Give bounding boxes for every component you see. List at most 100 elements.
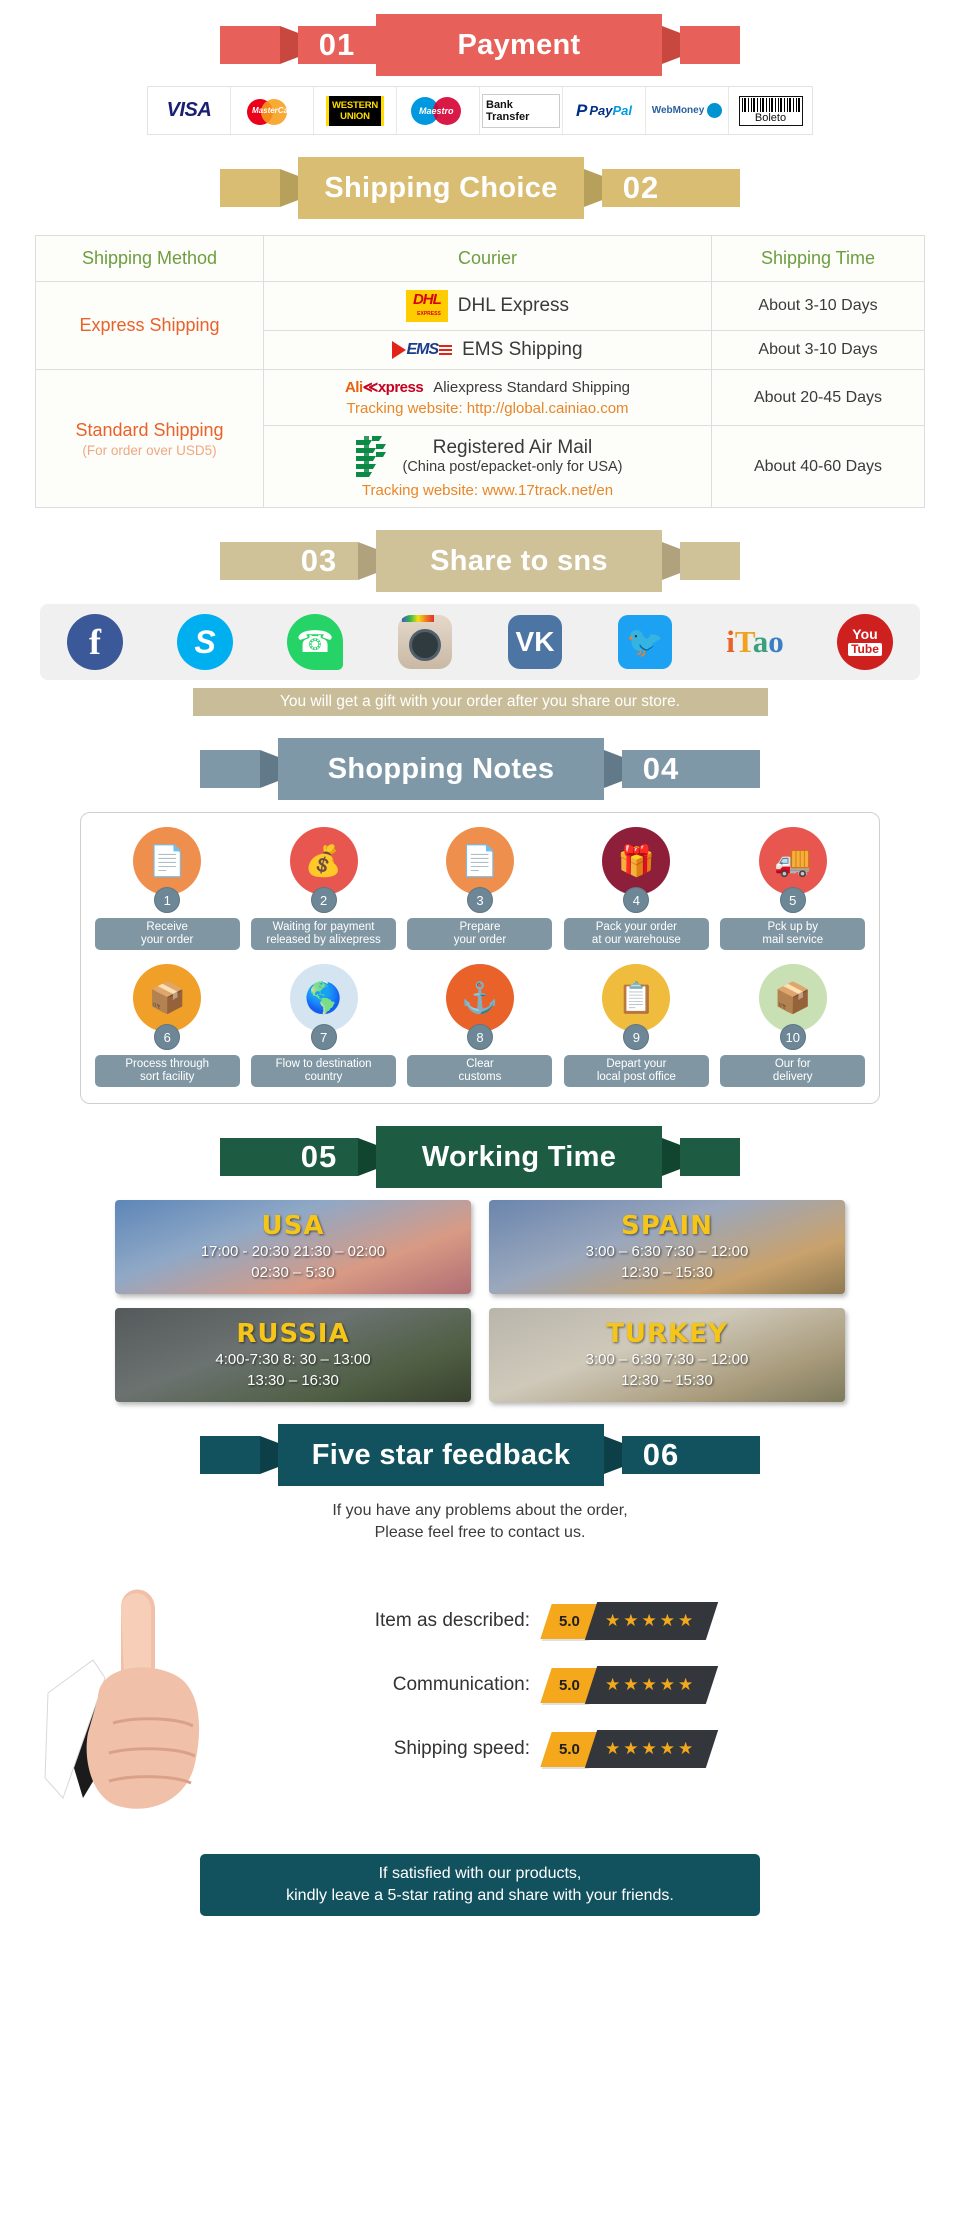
step-number: 10 (779, 1024, 806, 1050)
method-label: Express Shipping (79, 315, 220, 335)
method-label: Standard Shipping (75, 419, 224, 440)
step-number: 5 (779, 887, 806, 913)
ribbon-tail-left (200, 750, 260, 788)
ribbon-tail-left (220, 1138, 280, 1176)
step-label: Depart your local post office (563, 1055, 709, 1087)
table-row: Standard Shipping (For order over USD5) … (35, 369, 925, 508)
boleto-logo: Boleto (729, 87, 812, 134)
step-number: 6 (154, 1024, 181, 1050)
ribbon-notch-left (260, 1436, 278, 1474)
ribbon-tail-right (700, 1436, 760, 1474)
skype-icon[interactable]: S (177, 614, 233, 670)
payment-section-number: 01 (298, 26, 376, 64)
twitter-icon[interactable]: 🐦 (617, 614, 673, 670)
time-cell: About 3-10 Days (711, 281, 925, 331)
step-number: 1 (154, 887, 181, 913)
working-time-card-usa: USA 17:00 - 20:30 21:30 – 02:00 02:30 – … (115, 1200, 471, 1294)
working-time-title: Working Time (421, 1140, 617, 1173)
note-step-6: 📦 6 Process through sort facility (94, 964, 240, 1087)
rating-label: Item as described: (374, 1610, 530, 1631)
time-cell: About 3-10 Days (711, 330, 925, 370)
feedback-footer-line-2: kindly leave a 5-star rating and share w… (286, 1887, 674, 1904)
note-step-4: 🎁 4 Pack your order at our warehouse (563, 827, 709, 950)
shipping-title-area: Shipping Choice (298, 157, 584, 219)
time-cell: About 40-60 Days (711, 425, 925, 508)
note-step-3: 📄 3 Prepare your order (407, 827, 553, 950)
share-section-number: 03 (280, 542, 358, 580)
rating-row-communication: Communication: 5.0 ★★★★★ (300, 1666, 960, 1704)
step-label: Flow to destination country (251, 1055, 397, 1087)
rating-label: Shipping speed: (393, 1738, 530, 1759)
whatsapp-icon[interactable]: ☎ (287, 614, 343, 670)
payment-methods-box: VISA MasterCard WESTERN UNION Maestro Ban… (147, 86, 813, 135)
facebook-icon[interactable]: f (67, 614, 123, 670)
mastercard-logo: MasterCard (231, 87, 314, 134)
feedback-title-area: Five star feedback (278, 1424, 604, 1486)
step-number: 4 (623, 887, 650, 913)
step-label: Our for delivery (720, 1055, 866, 1087)
feedback-title: Five star feedback (311, 1438, 571, 1471)
ribbon-notch-left (358, 542, 376, 580)
step-label: Waiting for payment released by alixepres… (251, 918, 397, 950)
shopping-notes-box: 📄 1 Receive your order 💰 2 Waiting for pa… (80, 812, 880, 1104)
vk-icon[interactable]: VK (507, 614, 563, 670)
payment-methods-strip: VISA MasterCard WESTERN UNION Maestro Ban… (0, 86, 960, 135)
courier-name: Aliexpress Standard Shipping (433, 378, 631, 396)
rating-label: Communication: (392, 1674, 530, 1695)
feedback-intro-line-1: If you have any problems about the order… (332, 1502, 628, 1519)
city-name: SPAIN (621, 1211, 713, 1241)
feedback-body: Item as described: 5.0 ★★★★★ Communicati… (0, 1548, 960, 1848)
thumbs-up-icon (43, 1589, 199, 1809)
city-name: USA (261, 1211, 325, 1241)
tracking-website[interactable]: Tracking website: http://global.cainiao.… (270, 400, 705, 417)
rating-badge: 5.0 ★★★★★ (540, 1730, 719, 1768)
feedback-banner: Five star feedback 06 (200, 1424, 760, 1486)
rating-badge: 5.0 ★★★★★ (540, 1666, 719, 1704)
courier-airmail-cell: Registered Air Mail (China post/epacket-… (263, 425, 712, 508)
aliexpress-logo: Ali≪xpress (344, 379, 424, 396)
instagram-icon[interactable] (397, 614, 453, 670)
china-post-logo (356, 436, 387, 477)
product-description-page: 01 Payment VISA MasterCard WESTERN UNION … (0, 0, 960, 1936)
feedback-footer: If satisfied with our products, kindly l… (200, 1854, 760, 1916)
share-spacer (0, 508, 960, 530)
ribbon-tail-right (680, 1138, 740, 1176)
table-header-row: Shipping Method Courier Shipping Time (35, 235, 925, 282)
table-row: Express Shipping DHL EXPRESS DHL Express … (35, 281, 925, 370)
ribbon-tail-left (220, 26, 280, 64)
dhl-logo: DHL EXPRESS (405, 290, 448, 322)
ribbon-notch-right (662, 26, 680, 64)
step-number: 8 (466, 1024, 493, 1050)
courier-name: EMS Shipping (462, 339, 583, 360)
ribbon-notch-left (280, 26, 298, 64)
ribbon-notch-right (584, 169, 602, 207)
feedback-footer-line-1: If satisfied with our products, (378, 1865, 582, 1882)
ribbon-tail-right (680, 169, 740, 207)
payment-banner: 01 Payment (220, 14, 740, 76)
top-spacer (0, 0, 960, 14)
maestro-logo: Maestro (397, 87, 480, 134)
western-union-logo: WESTERN UNION (314, 87, 397, 134)
feedback-intro-line-2: Please feel free to contact us. (374, 1524, 586, 1541)
itao-icon[interactable]: iTao (726, 614, 783, 670)
city-hours: 17:00 - 20:30 21:30 – 02:00 02:30 – 5:30 (200, 1243, 386, 1281)
feedback-spacer (0, 1402, 960, 1424)
ribbon-notch-right (604, 1436, 622, 1474)
share-title-area: Share to sns (376, 530, 662, 592)
tracking-website[interactable]: Tracking website: www.17track.net/en (270, 482, 705, 499)
share-banner: 03 Share to sns (220, 530, 740, 592)
clipboard-icon: 📋 (602, 964, 671, 1032)
shipping-spacer (0, 135, 960, 157)
working-time-card-russia: RUSSIA 4:00-7:30 8: 30 – 13:00 13:30 – 1… (115, 1308, 471, 1402)
working-time-section-number: 05 (280, 1138, 358, 1176)
step-label: Pck up by mail service (720, 918, 866, 950)
youtube-icon[interactable]: You Tube (837, 614, 893, 670)
note-step-8: ⚓ 8 Clear customs (407, 964, 553, 1087)
ribbon-tail-left (220, 169, 280, 207)
social-networks-bar: f S ☎ VK 🐦 iTao You Tube (40, 604, 920, 680)
payment-title: Payment (457, 28, 581, 61)
notes-row-1: 📄 1 Receive your order 💰 2 Waiting for pa… (89, 827, 871, 950)
header-shipping-method: Shipping Method (35, 235, 264, 282)
ribbon-tail-right (680, 26, 740, 64)
rating-stars: ★★★★★ (584, 1666, 719, 1704)
